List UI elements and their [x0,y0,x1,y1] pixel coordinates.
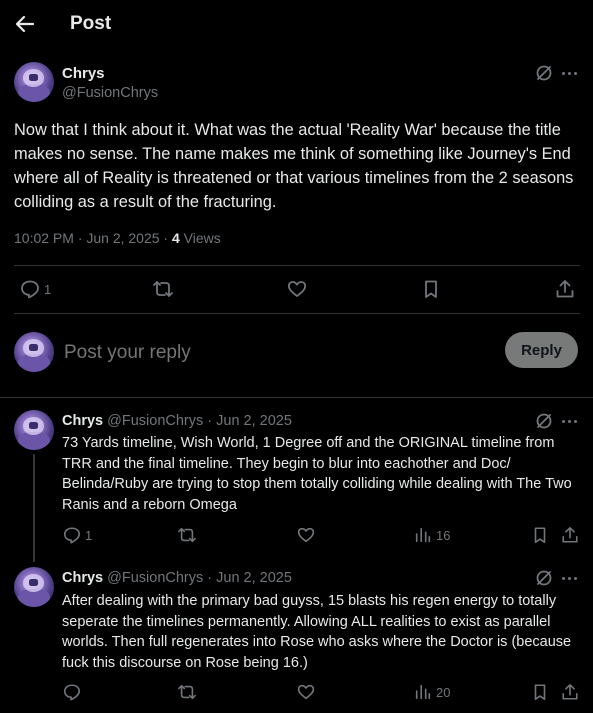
bookmark-icon [534,684,546,701]
reply-action[interactable]: 1 [63,526,92,544]
more-options-button[interactable] [560,568,580,588]
views-action[interactable]: 16 [414,526,450,544]
share-icon [556,280,574,298]
reply-action[interactable] [63,683,85,701]
reply-icon [21,280,39,299]
analytics-icon [415,527,431,543]
author-name[interactable]: Chrys [62,570,103,586]
reply-input[interactable] [64,340,484,366]
reply-header: Chrys @FusionChrys · Jun 2, 2025 [62,570,292,586]
avatar[interactable] [14,410,54,450]
share-icon [562,683,578,700]
share-action[interactable] [561,683,579,701]
like-action[interactable] [297,526,315,544]
author-handle[interactable]: @FusionChrys [62,85,158,101]
share-icon [562,526,578,543]
divider [14,313,580,314]
back-button[interactable] [12,11,38,37]
views-label: Views [179,230,221,246]
reply-text: 73 Yards timeline, Wish World, 1 Degree … [62,435,572,513]
bookmark-icon [425,280,437,298]
post-text: Now that I think about it. What was the … [14,121,574,211]
more-options-button[interactable] [560,411,580,431]
heart-icon [287,281,307,297]
author-name[interactable]: Chrys [62,413,103,429]
bookmark-action[interactable] [531,683,549,701]
grok-button[interactable] [534,568,554,588]
heart-icon [297,684,315,700]
grok-icon [536,65,552,81]
like-action[interactable] [297,683,315,701]
reply-action[interactable]: 1 [20,279,51,299]
grok-button[interactable] [534,63,554,83]
share-action[interactable] [561,526,579,544]
reply-text: After dealing with the primary bad guyss… [62,593,572,671]
top-bar: Post [0,0,593,50]
reply-button[interactable]: Reply [505,332,578,368]
reply-header: Chrys @FusionChrys · Jun 2, 2025 [62,413,292,429]
reply-icon [63,684,81,701]
bookmark-action[interactable] [421,279,441,299]
more-options-button[interactable] [560,63,580,83]
like-action[interactable] [287,279,307,299]
author-handle-date[interactable]: @FusionChrys · Jun 2, 2025 [107,413,292,429]
grok-icon [536,570,552,586]
avatar[interactable] [14,62,54,102]
divider [0,397,593,398]
repost-action[interactable] [177,683,197,701]
repost-icon [153,281,173,297]
post-timestamp[interactable]: 10:02 PM · Jun 2, 2025 · [14,230,172,246]
reply-count: 1 [85,527,93,543]
share-action[interactable] [555,279,575,299]
repost-icon [178,527,196,543]
divider [14,265,580,266]
author-name[interactable]: Chrys [62,65,105,82]
views-action[interactable]: 20 [414,683,450,701]
author-handle-date[interactable]: @FusionChrys · Jun 2, 2025 [107,570,292,586]
grok-button[interactable] [534,411,554,431]
arrow-left-icon [15,15,35,33]
post-meta: 10:02 PM · Jun 2, 2025 · 4 Views [14,230,221,246]
views-count: 16 [436,527,451,543]
composer-avatar[interactable] [14,332,54,372]
reply-icon [63,527,81,544]
bookmark-action[interactable] [531,526,549,544]
bookmark-icon [534,527,546,544]
analytics-icon [415,684,431,700]
page-title: Post [70,13,112,34]
thread-line [33,454,35,562]
avatar[interactable] [14,567,54,607]
grok-icon [536,413,552,429]
views-count: 4 [171,230,180,246]
repost-action[interactable] [152,279,174,299]
repost-action[interactable] [177,526,197,544]
reply-count: 1 [44,281,52,297]
repost-icon [178,684,196,700]
views-count: 20 [436,684,451,700]
heart-icon [297,527,315,543]
